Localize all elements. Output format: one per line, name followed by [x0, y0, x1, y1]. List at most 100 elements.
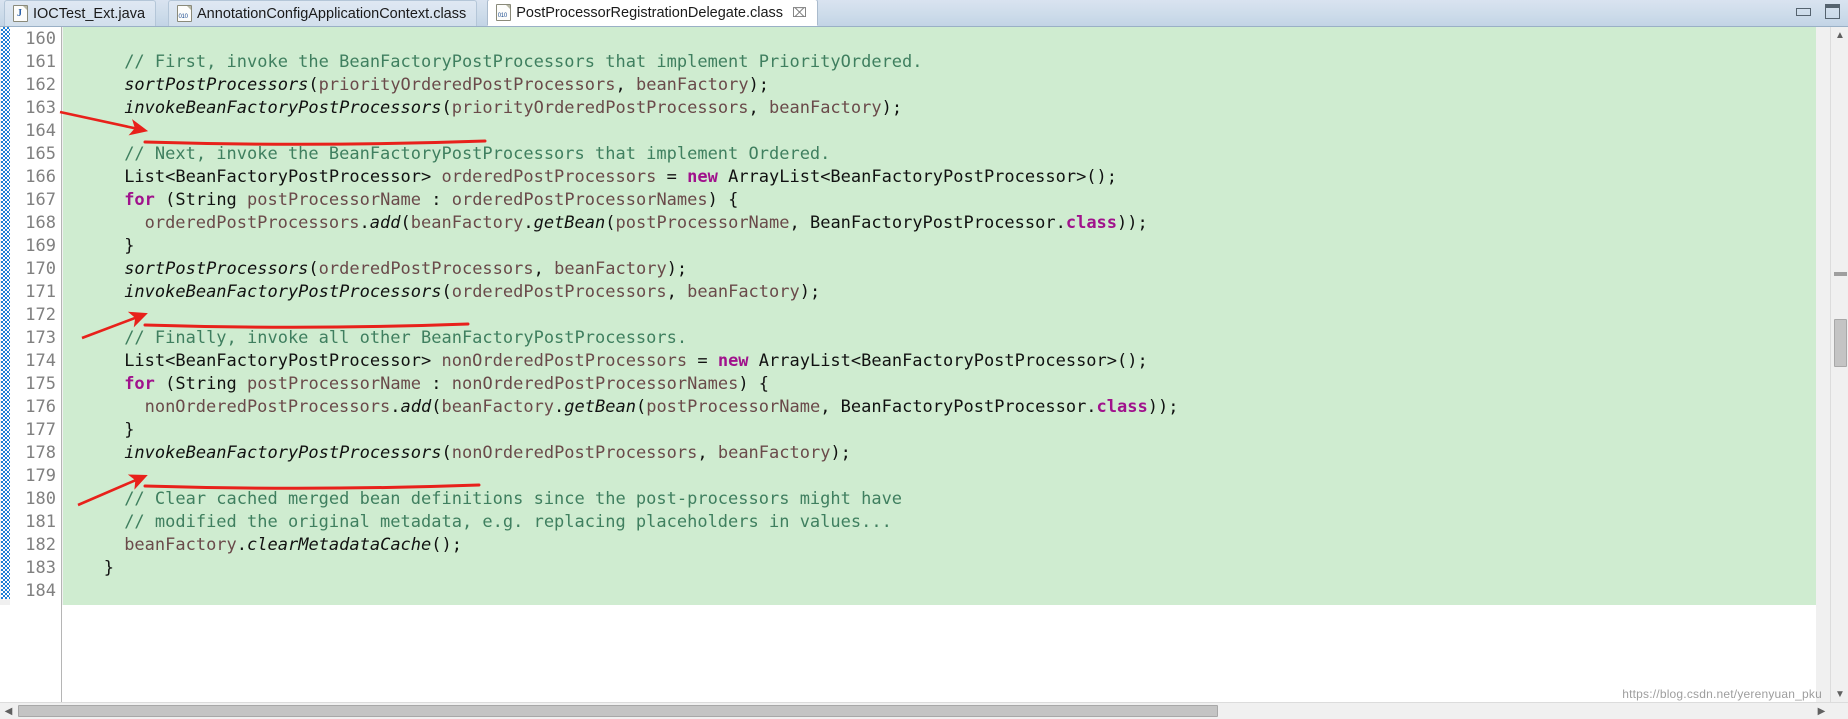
code-token: invokeBeanFactoryPostProcessors [124, 282, 442, 302]
code-token: ( [441, 282, 452, 302]
line-number-gutter: 160 161 162 163 164 165 166 167 168 169 170 171 172 1… [10, 27, 62, 719]
code-line[interactable]: // Finally, invoke all other BeanFactory… [124, 327, 687, 350]
code-editor[interactable]: 160 161 162 163 164 165 166 167 168 169 170 171 172 1… [0, 27, 1848, 719]
code-line[interactable]: List<BeanFactoryPostProcessor> orderedPo… [124, 166, 1117, 189]
code-token: new [717, 351, 749, 371]
code-token: new [687, 167, 718, 187]
close-icon[interactable]: ⌧ [792, 6, 807, 19]
code-line[interactable]: orderedPostProcessors.add(beanFactory.ge… [145, 212, 1148, 235]
editor-tab-bar: IOCTest_Ext.java AnnotationConfigApplica… [0, 0, 1848, 27]
change-marker-stripe [1, 27, 10, 599]
code-token: for [124, 190, 155, 210]
tab-annotationconfigapplicationcontext-class[interactable]: AnnotationConfigApplicationContext.class [168, 0, 478, 26]
code-token: ArrayList<BeanFactoryPostProcessor>(); [748, 351, 1148, 371]
line-number: 163 [25, 98, 56, 118]
minimize-icon[interactable] [1796, 7, 1811, 16]
tab-ioctest-ext-java[interactable]: IOCTest_Ext.java [4, 0, 157, 26]
code-line[interactable]: // Clear cached merged bean definitions … [124, 488, 902, 511]
code-line[interactable]: nonOrderedPostProcessors.add(beanFactory… [145, 396, 1179, 419]
code-token: beanFactory [717, 443, 831, 463]
code-token: // First, invoke the BeanFactoryPostProc… [124, 52, 923, 72]
scroll-down-icon[interactable]: ▼ [1831, 686, 1848, 703]
code-token: // modified the original metadata, e.g. … [124, 512, 892, 532]
code-token: beanFactory [687, 282, 800, 302]
code-token: , [748, 98, 770, 118]
code-token: ( [605, 213, 616, 233]
code-line[interactable]: for (String postProcessorName : nonOrder… [124, 373, 769, 396]
class-file-icon [496, 4, 512, 21]
code-token: ); [666, 259, 688, 279]
code-token: orderedPostProcessors [144, 213, 360, 233]
code-token: beanFactory [769, 98, 882, 118]
code-token: . [523, 213, 534, 233]
line-number: 178 [25, 443, 56, 463]
code-token: orderedPostProcessors [451, 282, 667, 302]
class-file-icon [177, 5, 193, 22]
line-number: 169 [25, 236, 56, 256]
code-token: invokeBeanFactoryPostProcessors [124, 443, 442, 463]
window-controls [1796, 4, 1840, 19]
line-number: 173 [25, 328, 56, 348]
line-number: 166 [25, 167, 56, 187]
code-line[interactable]: beanFactory.clearMetadataCache(); [124, 534, 462, 557]
scroll-up-icon[interactable]: ▲ [1831, 27, 1848, 44]
code-line[interactable]: List<BeanFactoryPostProcessor> nonOrdere… [124, 350, 1148, 373]
line-number: 183 [25, 558, 56, 578]
tab-label: IOCTest_Ext.java [33, 5, 146, 22]
maximize-icon[interactable] [1825, 4, 1840, 19]
code-line[interactable]: sortPostProcessors(orderedPostProcessors… [124, 258, 687, 281]
scroll-marker [1834, 272, 1847, 276]
vertical-scroll-thumb[interactable] [1834, 319, 1847, 367]
code-token: postProcessorName [646, 397, 821, 417]
watermark-text: https://blog.csdn.net/yerenyuan_pku [1622, 687, 1822, 701]
code-token: (String [154, 374, 248, 394]
code-token: // Finally, invoke all other BeanFactory… [124, 328, 688, 348]
code-token: add [369, 213, 401, 233]
code-token: // Next, invoke the BeanFactoryPostProce… [124, 144, 831, 164]
line-number: 170 [25, 259, 56, 279]
code-token: )); [1147, 397, 1179, 417]
vertical-scrollbar[interactable]: ▲ ▼ [1830, 27, 1848, 703]
code-token: , BeanFactoryPostProcessor. [789, 213, 1066, 233]
code-line[interactable]: invokeBeanFactoryPostProcessors(nonOrder… [124, 442, 851, 465]
code-token: // Clear cached merged bean definitions … [124, 489, 903, 509]
tab-label: PostProcessorRegistrationDelegate.class [516, 4, 784, 21]
code-token: , [697, 443, 718, 463]
code-line[interactable]: } [124, 235, 134, 258]
code-token: nonOrderedPostProcessors [144, 397, 391, 417]
code-token: (); [431, 535, 462, 555]
horizontal-scrollbar[interactable]: ◀ ▶ [0, 702, 1848, 719]
code-line[interactable]: for (String postProcessorName : orderedP… [124, 189, 738, 212]
line-number: 174 [25, 351, 56, 371]
line-number: 165 [25, 144, 56, 164]
scroll-left-icon[interactable]: ◀ [0, 703, 17, 719]
scroll-right-icon[interactable]: ▶ [1813, 703, 1830, 719]
code-line[interactable]: } [104, 557, 114, 580]
code-line[interactable]: // First, invoke the BeanFactoryPostProc… [124, 51, 922, 74]
code-token: , [666, 282, 688, 302]
code-line[interactable]: // modified the original metadata, e.g. … [124, 511, 892, 534]
code-line[interactable]: invokeBeanFactoryPostProcessors(priority… [124, 97, 902, 120]
code-token: postProcessorName [247, 374, 422, 394]
line-number: 182 [25, 535, 56, 555]
horizontal-scroll-thumb[interactable] [18, 705, 1218, 717]
line-number: 167 [25, 190, 56, 210]
code-line[interactable]: // Next, invoke the BeanFactoryPostProce… [124, 143, 830, 166]
line-number: 161 [25, 52, 56, 72]
java-file-icon [13, 5, 28, 22]
code-content-area[interactable]: // First, invoke the BeanFactoryPostProc… [63, 27, 1816, 605]
line-number: 168 [25, 213, 56, 233]
tab-postprocessorregistrationdelegate-class[interactable]: PostProcessorRegistrationDelegate.class … [487, 0, 818, 26]
code-token: . [390, 397, 401, 417]
code-token: ( [308, 259, 319, 279]
code-line[interactable]: } [124, 419, 134, 442]
code-token: List<BeanFactoryPostProcessor> [124, 167, 442, 187]
code-token: ); [881, 98, 903, 118]
code-token: ); [830, 443, 851, 463]
code-line[interactable]: invokeBeanFactoryPostProcessors(orderedP… [124, 281, 820, 304]
code-token: invokeBeanFactoryPostProcessors [124, 98, 442, 118]
code-token: ( [635, 397, 647, 417]
code-token: postProcessorName [247, 190, 422, 210]
code-token: , [533, 259, 555, 279]
code-line[interactable]: sortPostProcessors(priorityOrderedPostPr… [124, 74, 769, 97]
